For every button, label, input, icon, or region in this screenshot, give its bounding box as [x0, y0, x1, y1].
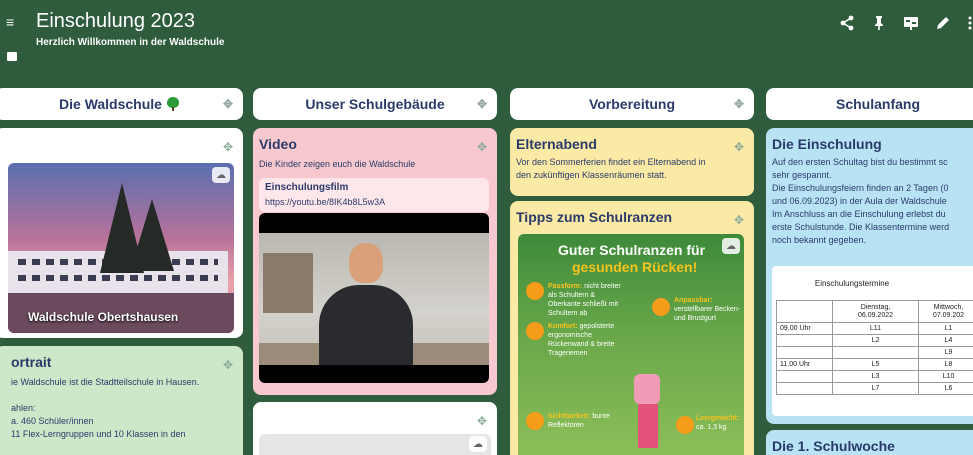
- table-row: L3 L10: [776, 370, 973, 383]
- video-card[interactable]: ✥ Video Die Kinder zeigen euch die Walds…: [253, 128, 497, 395]
- slideshow-icon[interactable]: [903, 14, 919, 32]
- schulwoche-card[interactable]: Die 1. Schulwoche: [766, 430, 973, 455]
- drag-handle-icon[interactable]: ✥: [223, 140, 233, 154]
- tip-komfort: Komfort: gepolsterte ergonomische Rücken…: [548, 323, 615, 357]
- card-text: Vor den Sommerferien findet ein Elternab…: [516, 157, 706, 180]
- image-card[interactable]: ✥ ☁: [253, 402, 497, 455]
- photo-caption: Waldschule Obertshausen: [28, 310, 179, 324]
- card-title: Die 1. Schulwoche: [772, 438, 895, 454]
- edit-icon[interactable]: [935, 14, 951, 32]
- tip-passform: Passform: nicht breiter als Schultern & …: [548, 283, 621, 317]
- column-header-schulanfang[interactable]: Schulanfang: [766, 88, 973, 120]
- school-photo-card[interactable]: ✥ Waldschule Obertshausen ☁: [0, 128, 243, 338]
- leergewicht-icon: [676, 416, 694, 434]
- column-title: Vorbereitung: [588, 96, 676, 112]
- cloud-icon[interactable]: ☁: [722, 238, 740, 254]
- column-title: Unser Schulgebäude: [305, 96, 445, 112]
- pin-icon[interactable]: [871, 14, 887, 32]
- video-link[interactable]: Einschulungsfilm https://youtu.be/8IK4b8…: [259, 178, 489, 212]
- schedule-image[interactable]: Einschulungstermine Dienstag, 06.09.2022 …: [772, 266, 973, 416]
- video-player[interactable]: [259, 213, 489, 383]
- table-row: L7 L6: [776, 382, 973, 395]
- schulranzen-poster[interactable]: Guter Schulranzen für gesunden Rücken! ☁…: [518, 234, 744, 455]
- komfort-icon: [526, 322, 544, 340]
- drag-handle-icon[interactable]: ✥: [223, 97, 233, 111]
- drag-handle-icon[interactable]: ✥: [477, 140, 487, 154]
- card-title: Tipps zum Schulranzen: [516, 209, 673, 225]
- anpassbar-icon: [652, 298, 670, 316]
- poster-title: Guter Schulranzen für: [558, 242, 706, 258]
- card-title: ortrait: [11, 354, 52, 370]
- image-placeholder: [259, 434, 491, 455]
- cloud-icon[interactable]: ☁: [212, 167, 230, 183]
- share-icon[interactable]: [839, 14, 855, 32]
- einschulung-card[interactable]: Die Einschulung Auf den ersten Schultag …: [766, 128, 973, 424]
- more-icon[interactable]: [967, 14, 973, 32]
- card-title: Die Einschulung: [772, 136, 882, 152]
- board-icon: [7, 52, 17, 61]
- schoolgirl-illustration: [622, 364, 672, 454]
- card-title: Video: [259, 136, 297, 152]
- menu-icon[interactable]: ≡: [6, 15, 14, 29]
- board-subtitle: Herzlich Willkommen in der Waldschule: [36, 37, 225, 48]
- card-text: ie Waldschule ist die Stadtteilschule in…: [11, 377, 200, 439]
- link-url[interactable]: https://youtu.be/8IK4b8L5w3A: [265, 197, 385, 207]
- column-header-waldschule[interactable]: Die Waldschule ✥: [0, 88, 243, 120]
- card-text: Die Kinder zeigen euch die Waldschule: [259, 159, 416, 169]
- column-header-vorbereitung[interactable]: Vorbereitung ✥: [510, 88, 754, 120]
- schedule-title: Einschulungstermine: [814, 279, 890, 288]
- person: [319, 285, 413, 365]
- drag-handle-icon[interactable]: ✥: [477, 97, 487, 111]
- drag-handle-icon[interactable]: ✥: [734, 213, 744, 227]
- link-title: Einschulungsfilm: [265, 182, 349, 193]
- tree-icon: [166, 97, 179, 111]
- school-photo[interactable]: Waldschule Obertshausen ☁: [8, 163, 234, 333]
- header-actions: [839, 14, 973, 32]
- schulranzen-card[interactable]: ✥ Tipps zum Schulranzen Guter Schulranze…: [510, 201, 754, 455]
- elternabend-card[interactable]: ✥ Elternabend Vor den Sommerferien finde…: [510, 128, 754, 196]
- drag-handle-icon[interactable]: ✥: [477, 414, 487, 428]
- tip-anpassbar: Anpassbar: verstellbarer Becken- und Bru…: [674, 297, 741, 322]
- poster-subtitle: gesunden Rücken!: [572, 259, 698, 275]
- tip-sichtbarkeit: Sichtbarkeit: bunte Reflektoren: [548, 413, 610, 429]
- column-header-schulgebaeude[interactable]: Unser Schulgebäude ✥: [253, 88, 497, 120]
- table-row: 09.00 Uhr L11 L1: [776, 322, 973, 335]
- drag-handle-icon[interactable]: ✥: [223, 358, 233, 372]
- tree: [130, 199, 174, 271]
- table-row: 11.00 Uhr L5 L8: [776, 358, 973, 371]
- portrait-card[interactable]: ✥ ortrait ie Waldschule ist die Stadttei…: [0, 346, 243, 455]
- card-text: Auf den ersten Schultag bist du bestimmt…: [772, 157, 950, 245]
- drag-handle-icon[interactable]: ✥: [734, 97, 744, 111]
- drag-handle-icon[interactable]: ✥: [734, 140, 744, 154]
- table-row: L9: [776, 346, 973, 359]
- table-row: L2 L4: [776, 334, 973, 347]
- board-title: Einschulung 2023: [36, 10, 196, 32]
- sichtbarkeit-icon: [526, 412, 544, 430]
- column-title: Schulanfang: [836, 96, 921, 112]
- board-header: ≡ Einschulung 2023 Herzlich Willkommen i…: [0, 0, 973, 82]
- schedule-table: Dienstag, 06.09.2022 Mittwoch, 07.09.202 0…: [776, 300, 973, 395]
- card-title: Elternabend: [516, 136, 597, 152]
- tip-leergewicht: Leergewicht: ca. 1,3 kg: [696, 415, 740, 431]
- column-title: Die Waldschule: [59, 96, 162, 112]
- passform-icon: [526, 282, 544, 300]
- cloud-icon[interactable]: ☁: [469, 436, 487, 452]
